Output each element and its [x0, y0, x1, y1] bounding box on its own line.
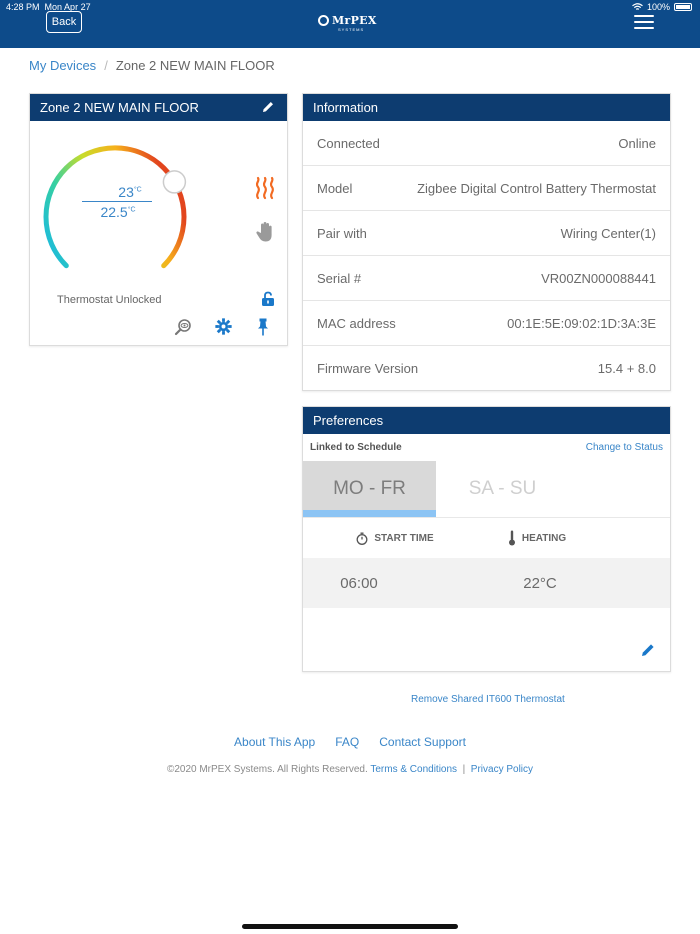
brand-logo: MrPEX	[318, 14, 377, 27]
start-time-label: START TIME	[374, 532, 434, 544]
temperature-divider	[82, 201, 152, 202]
preferences-card: Preferences Linked to Schedule Change to…	[302, 406, 671, 672]
edit-schedule-pencil-icon[interactable]	[640, 642, 656, 658]
privacy-policy-link[interactable]: Privacy Policy	[471, 764, 533, 775]
schedule-mode-bar: Linked to Schedule Change to Status	[303, 434, 670, 461]
thermostat-card-header: Zone 2 NEW MAIN FLOOR	[30, 94, 287, 121]
info-value: Online	[618, 135, 656, 151]
heating-waves-icon	[255, 176, 274, 200]
breadcrumb-separator: /	[104, 58, 108, 73]
thermometer-icon	[508, 530, 515, 546]
info-label: Pair with	[317, 225, 367, 241]
info-row-pair-with: Pair with Wiring Center(1)	[303, 211, 670, 256]
back-button[interactable]: Back	[46, 11, 82, 33]
heating-column-header: HEATING	[487, 530, 587, 546]
information-card: Information Connected Online Model Zigbe…	[302, 93, 671, 391]
info-value: VR00ZN000088441	[541, 270, 656, 286]
search-eye-icon[interactable]	[174, 318, 192, 336]
tab-weekdays[interactable]: MO - FR	[303, 461, 436, 517]
edit-pencil-icon[interactable]	[261, 100, 275, 114]
unlock-icon[interactable]	[261, 291, 275, 307]
tab-weekend[interactable]: SA - SU	[436, 461, 569, 517]
information-title: Information	[313, 100, 379, 115]
info-value: 15.4 + 8.0	[597, 361, 656, 376]
preferences-card-header: Preferences	[303, 407, 670, 434]
thermostat-title: Zone 2 NEW MAIN FLOOR	[40, 100, 199, 115]
info-label: MAC address	[317, 315, 396, 331]
logo-mark-icon	[318, 15, 329, 26]
info-row-serial: Serial # VR00ZN000088441	[303, 256, 670, 301]
home-indicator	[242, 924, 458, 929]
start-time-column-header: START TIME	[303, 532, 487, 545]
logo-text: MrPEX	[332, 14, 377, 27]
day-tabs: MO - FR SA - SU	[303, 461, 670, 518]
dial-knob[interactable]	[162, 170, 187, 194]
copyright-text: ©2020 MrPEX Systems. All Rights Reserved…	[166, 764, 368, 775]
info-row-mac-address: MAC address 00:1E:5E:09:02:1D:3A:3E	[303, 301, 670, 346]
info-row-connected: Connected Online	[303, 121, 670, 166]
hamburger-menu-icon[interactable]	[634, 15, 654, 29]
footer-divider: |	[462, 764, 466, 775]
preferences-title: Preferences	[313, 413, 384, 428]
current-temperature: 22.5°C	[100, 204, 136, 220]
breadcrumb: My Devices / Zone 2 NEW MAIN FLOOR	[29, 58, 275, 73]
stopwatch-icon	[356, 532, 368, 545]
info-row-model: Model Zigbee Digital Control Battery The…	[303, 166, 670, 211]
schedule-heating-value: 22°C	[523, 574, 557, 592]
status-time-text: 4:28 PM	[6, 2, 40, 12]
breadcrumb-current: Zone 2 NEW MAIN FLOOR	[115, 58, 275, 73]
contact-support-link[interactable]: Contact Support	[379, 735, 466, 749]
app-header: 4:28 PM Mon Apr 27 100% Back MrPEX SYSTE…	[0, 0, 700, 48]
info-label: Serial #	[317, 270, 362, 286]
battery-percent: 100%	[646, 2, 670, 12]
heating-label: HEATING	[521, 532, 567, 544]
info-row-firmware: Firmware Version 15.4 + 8.0	[303, 346, 670, 391]
footer-links: About This App FAQ Contact Support	[0, 735, 700, 749]
change-to-status-link[interactable]: Change to Status	[586, 442, 663, 453]
breadcrumb-my-devices[interactable]: My Devices	[29, 58, 96, 73]
linked-to-schedule-label: Linked to Schedule	[310, 442, 402, 453]
gear-icon[interactable]	[215, 318, 232, 335]
schedule-start-time: 06:00	[340, 574, 378, 592]
lock-status: Thermostat Unlocked	[57, 294, 162, 306]
info-label: Connected	[317, 135, 380, 151]
info-label: Firmware Version	[317, 361, 419, 376]
info-value: Wiring Center(1)	[560, 225, 656, 241]
logo-subtext: SYSTEMS	[338, 27, 365, 32]
information-card-header: Information	[303, 94, 670, 121]
copyright-line: ©2020 MrPEX Systems. All Rights Reserved…	[0, 764, 700, 775]
schedule-row[interactable]: 06:00 22°C	[303, 558, 670, 608]
info-label: Model	[317, 180, 353, 196]
manual-hand-icon	[256, 222, 272, 242]
terms-link[interactable]: Terms & Conditions	[370, 764, 457, 775]
wifi-icon	[632, 3, 643, 10]
thermostat-card: Zone 2 NEW MAIN FLOOR 23°C 22.5°C Thermo…	[29, 93, 288, 346]
setpoint-temperature: 23°C	[118, 184, 142, 200]
battery-icon	[674, 3, 692, 11]
pin-icon[interactable]	[257, 318, 269, 336]
schedule-header: START TIME HEATING	[303, 518, 670, 558]
about-app-link[interactable]: About This App	[234, 735, 315, 749]
faq-link[interactable]: FAQ	[335, 735, 359, 749]
info-value: 00:1E:5E:09:02:1D:3A:3E	[507, 315, 656, 331]
info-value: Zigbee Digital Control Battery Thermosta…	[417, 180, 656, 196]
remove-shared-thermostat-link[interactable]: Remove Shared IT600 Thermostat	[411, 694, 565, 705]
status-indicators: 100%	[632, 2, 692, 12]
